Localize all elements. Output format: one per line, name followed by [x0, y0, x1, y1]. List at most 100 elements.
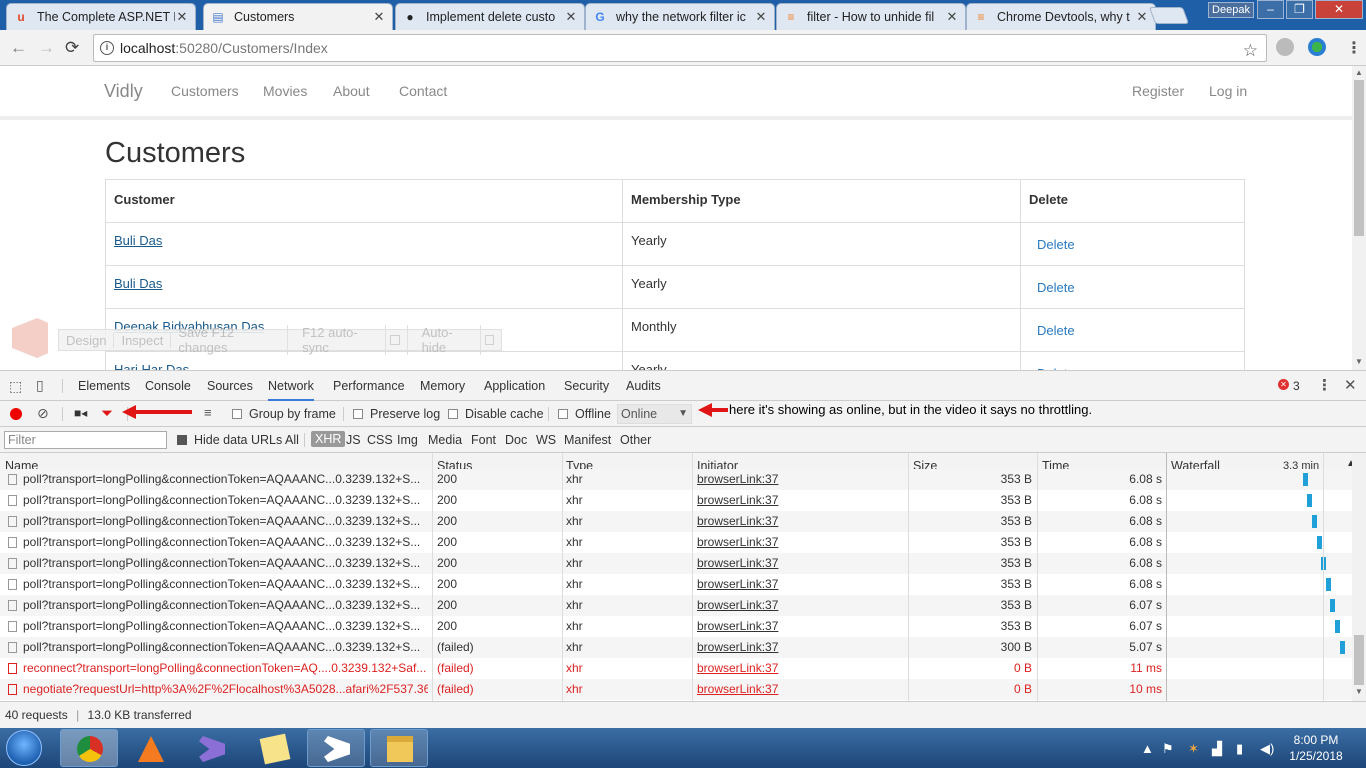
delete-link[interactable]: Delete: [1020, 351, 1245, 370]
request-initiator[interactable]: browserLink:37: [697, 616, 897, 637]
request-initiator[interactable]: browserLink:37: [697, 658, 897, 679]
taskbar-sticky-notes[interactable]: [245, 729, 303, 767]
large-request-rows-icon[interactable]: ≡: [204, 405, 212, 420]
group-by-frame-option[interactable]: Group by frame: [232, 407, 336, 421]
network-scrollbar[interactable]: ▼: [1352, 453, 1366, 701]
offline-checkbox[interactable]: [558, 409, 568, 419]
customer-link[interactable]: Hari Har Das: [114, 362, 189, 370]
browser-tab[interactable]: u The Complete ASP.NET M ✕: [6, 3, 196, 30]
scroll-up-icon[interactable]: ▲: [1355, 68, 1363, 77]
disable-cache-option[interactable]: Disable cache: [448, 407, 544, 421]
record-icon[interactable]: [10, 408, 22, 420]
customer-link[interactable]: Buli Das: [114, 233, 162, 248]
table-row[interactable]: poll?transport=longPolling&connectionTok…: [0, 616, 1352, 637]
tab-memory[interactable]: Memory: [420, 379, 465, 393]
browser-menu-icon[interactable]: ⋮: [1346, 38, 1362, 58]
filter-input[interactable]: Filter: [4, 431, 167, 449]
filter-type-css[interactable]: CSS: [367, 433, 393, 447]
table-row[interactable]: reconnect?transport=longPolling&connecti…: [0, 658, 1352, 679]
close-window-icon[interactable]: ✕: [1315, 0, 1363, 19]
taskbar-vlc[interactable]: [121, 729, 179, 767]
browser-tab[interactable]: ≡ Chrome Devtools, why t ✕: [966, 3, 1156, 30]
capture-screenshots-icon[interactable]: ■◂: [74, 406, 87, 420]
tools-icon[interactable]: ✶: [1188, 741, 1199, 757]
browser-tab[interactable]: ● Implement delete custo ✕: [395, 3, 585, 30]
browser-tab[interactable]: Gwhy the network filter ic ✕: [585, 3, 775, 30]
table-row[interactable]: negotiate?requestUrl=http%3A%2F%2Flocalh…: [0, 679, 1352, 700]
filter-type-img[interactable]: Img: [397, 433, 418, 447]
inspect-element-icon[interactable]: ⬚: [9, 378, 22, 395]
network-scroll-thumb[interactable]: [1354, 635, 1364, 685]
inspect-button[interactable]: Inspect: [114, 332, 172, 348]
reload-icon[interactable]: ⟳: [65, 38, 79, 58]
volume-icon[interactable]: ◀): [1260, 741, 1274, 757]
f12-auto-sync-checkbox[interactable]: [390, 335, 400, 345]
nav-about[interactable]: About: [333, 83, 370, 99]
device-toolbar-icon[interactable]: ▯: [36, 377, 44, 394]
nav-register[interactable]: Register: [1132, 83, 1184, 99]
table-row[interactable]: poll?transport=longPolling&connectionTok…: [0, 637, 1352, 658]
scroll-down-icon[interactable]: ▼: [1355, 357, 1363, 366]
page-scroll-thumb[interactable]: [1354, 80, 1364, 236]
forward-icon[interactable]: →: [38, 38, 55, 58]
browser-tab[interactable]: ≡ filter - How to unhide fil ✕: [776, 3, 966, 30]
hide-data-urls-checkbox[interactable]: [177, 435, 187, 445]
devtools-menu-icon[interactable]: ⋮: [1317, 376, 1332, 394]
extension-icon[interactable]: [1276, 38, 1294, 56]
auto-hide-toggle[interactable]: Auto-hide: [408, 325, 501, 355]
profile-button[interactable]: Deepak: [1208, 2, 1254, 18]
f12-auto-sync-toggle[interactable]: F12 auto-sync: [288, 325, 408, 355]
hide-data-urls-option[interactable]: Hide data URLs: [177, 433, 282, 447]
site-brand[interactable]: Vidly: [104, 81, 143, 102]
request-initiator[interactable]: browserLink:37: [697, 637, 897, 658]
clock[interactable]: 8:00 PM 1/25/2018: [1276, 732, 1356, 764]
browser-tab[interactable]: ▤ Customers ✕: [203, 3, 393, 30]
maximize-icon[interactable]: ❐: [1286, 0, 1313, 19]
battery-icon[interactable]: ▮: [1236, 741, 1243, 757]
clear-icon[interactable]: ⊘: [37, 405, 49, 422]
network-icon[interactable]: ▟: [1212, 741, 1222, 757]
delete-link[interactable]: Delete: [1020, 222, 1245, 266]
devtools-close-icon[interactable]: ✕: [1344, 376, 1357, 394]
preserve-log-option[interactable]: Preserve log: [353, 407, 440, 421]
tab-network[interactable]: Network: [268, 379, 314, 401]
close-tab-icon[interactable]: ✕: [175, 9, 189, 25]
scroll-down-icon[interactable]: ▼: [1355, 687, 1363, 696]
close-tab-icon[interactable]: ✕: [564, 9, 578, 25]
delete-link[interactable]: Delete: [1020, 308, 1245, 352]
table-row[interactable]: poll?transport=longPolling&connectionTok…: [0, 532, 1352, 553]
close-tab-icon[interactable]: ✕: [945, 9, 959, 25]
tab-sources[interactable]: Sources: [207, 379, 253, 393]
nav-contact[interactable]: Contact: [399, 83, 447, 99]
address-bar[interactable]: i localhost:50280/Customers/Index ☆: [93, 34, 1267, 62]
filter-type-js[interactable]: JS: [346, 433, 361, 447]
tab-application[interactable]: Application: [484, 379, 545, 393]
table-row[interactable]: poll?transport=longPolling&connectionTok…: [0, 574, 1352, 595]
tab-console[interactable]: Console: [145, 379, 191, 393]
start-button[interactable]: [6, 730, 42, 766]
tab-elements[interactable]: Elements: [78, 379, 130, 393]
table-row[interactable]: poll?transport=longPolling&connectionTok…: [0, 490, 1352, 511]
filter-type-font[interactable]: Font: [471, 433, 496, 447]
nav-customers[interactable]: Customers: [171, 83, 239, 99]
nav-movies[interactable]: Movies: [263, 83, 307, 99]
preserve-log-checkbox[interactable]: [353, 409, 363, 419]
table-row[interactable]: poll?transport=longPolling&connectionTok…: [0, 469, 1352, 490]
customer-link[interactable]: Buli Das: [114, 276, 162, 291]
bookmark-star-icon[interactable]: ☆: [1243, 38, 1258, 64]
filter-type-all[interactable]: All: [285, 433, 299, 447]
save-f12-changes-button[interactable]: Save F12 changes: [171, 325, 289, 355]
close-tab-icon[interactable]: ✕: [754, 9, 768, 25]
tab-audits[interactable]: Audits: [626, 379, 661, 393]
nav-login[interactable]: Log in: [1209, 83, 1247, 99]
extension-globe-icon[interactable]: [1308, 38, 1326, 56]
filter-type-media[interactable]: Media: [428, 433, 462, 447]
new-tab-button[interactable]: [1148, 7, 1190, 24]
throttling-select[interactable]: Online ▼: [617, 404, 692, 424]
request-initiator[interactable]: browserLink:37: [697, 574, 897, 595]
error-icon[interactable]: ✕: [1278, 379, 1289, 390]
disable-cache-checkbox[interactable]: [448, 409, 458, 419]
page-scrollbar[interactable]: ▲ ▼: [1352, 66, 1366, 370]
tab-security[interactable]: Security: [564, 379, 609, 393]
flag-icon[interactable]: ⚑: [1162, 741, 1174, 757]
